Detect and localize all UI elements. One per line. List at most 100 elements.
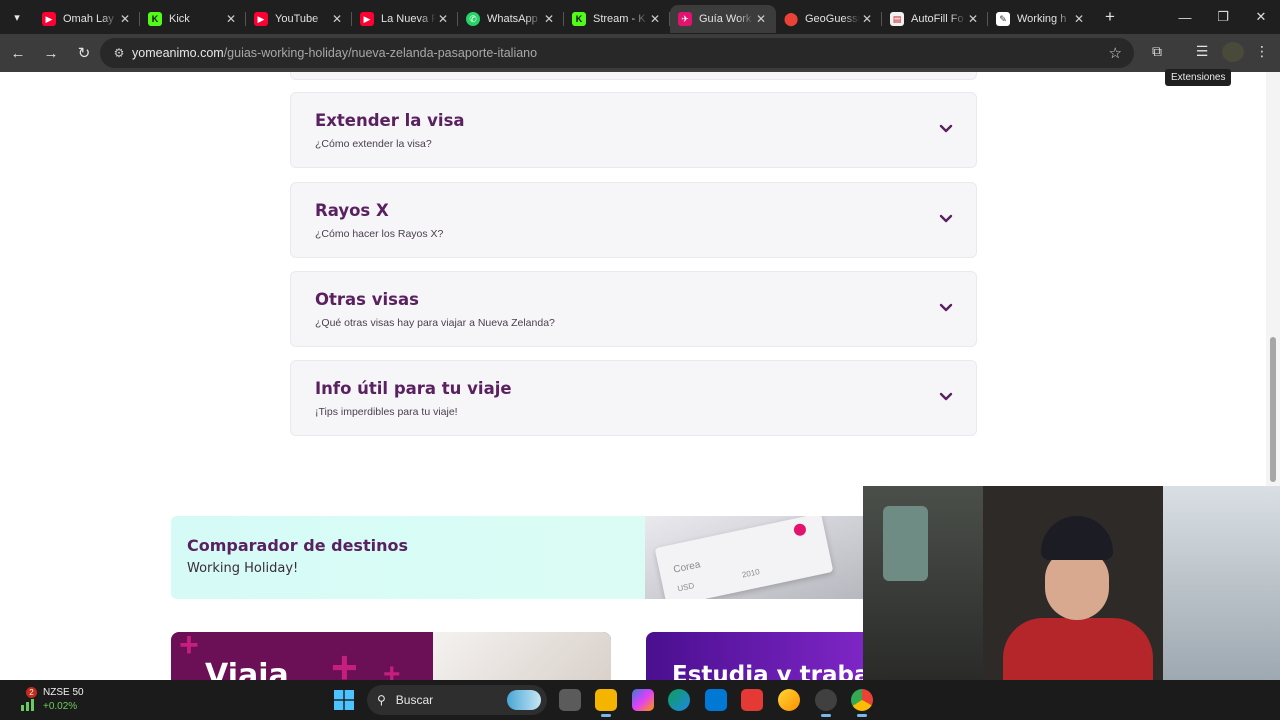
- tab-label: La Nueva F: [381, 13, 436, 25]
- promo-card-estudia[interactable]: Estudia y traba: [646, 632, 863, 680]
- close-tab-icon[interactable]: ✕: [436, 12, 450, 26]
- close-tab-icon[interactable]: ✕: [118, 12, 132, 26]
- tab-9[interactable]: ✎ Working h ✕: [988, 5, 1094, 33]
- tab-4[interactable]: ✆ WhatsApp ✕: [458, 5, 564, 33]
- card-year: 2010: [741, 567, 761, 580]
- file-explorer-icon[interactable]: [595, 689, 617, 717]
- accordion-item-rayos-x[interactable]: Rayos X ¿Cómo hacer los Rayos X?: [290, 182, 977, 258]
- card-country: Corea: [672, 559, 702, 576]
- search-label: Buscar: [395, 693, 434, 707]
- browser-chrome: ▾ ▶ Omah Lay ✕ K Kick ✕ ▶ YouTube ✕ ▶ La…: [0, 0, 1280, 72]
- app-icon[interactable]: [778, 689, 800, 711]
- accordion-item-otras-visas[interactable]: Otras visas ¿Qué otras visas hay para vi…: [290, 271, 977, 347]
- close-tab-icon[interactable]: ✕: [1072, 12, 1086, 26]
- taskbar-search[interactable]: ⚲ Buscar: [367, 685, 547, 715]
- comparador-title: Comparador de destinos: [187, 536, 408, 555]
- plus-decoration: +: [331, 641, 358, 680]
- stock-change: +0.02%: [43, 701, 78, 712]
- tab-8[interactable]: ▤ AutoFill Fo ✕: [882, 5, 988, 33]
- tab-label: Guía Work: [699, 13, 752, 25]
- tab-1[interactable]: K Kick ✕: [140, 5, 246, 33]
- microsoft-store-icon[interactable]: [705, 689, 727, 711]
- youtube-icon: ▶: [360, 12, 374, 26]
- search-icon: ⚲: [377, 693, 386, 707]
- chevron-down-icon[interactable]: [938, 389, 954, 405]
- stock-widget[interactable]: 2 NZSE 50 +0.02%: [18, 686, 98, 714]
- forward-button[interactable]: →: [36, 38, 66, 68]
- chevron-down-icon[interactable]: [938, 211, 954, 227]
- more-menu-icon[interactable]: ⋮: [1252, 43, 1272, 60]
- kick-icon: K: [572, 12, 586, 26]
- tab-search-button[interactable]: ▾: [0, 0, 34, 34]
- accordion-title: Rayos X: [315, 201, 389, 220]
- notification-badge: 2: [26, 687, 37, 698]
- webcam-person: [993, 506, 1163, 680]
- url-text[interactable]: yomeanimo.com/guias-working-holiday/nuev…: [132, 46, 537, 60]
- restore-icon[interactable]: ❐: [1204, 0, 1242, 34]
- bookmark-star-icon[interactable]: ☆: [1109, 44, 1122, 62]
- extensions-puzzle-icon[interactable]: ⧉: [1147, 43, 1167, 60]
- windows-taskbar: 2 NZSE 50 +0.02% ⚲ Buscar: [0, 680, 1280, 720]
- media-controls-icon[interactable]: ☰: [1192, 43, 1212, 60]
- tab-2[interactable]: ▶ YouTube ✕: [246, 5, 352, 33]
- tab-3[interactable]: ▶ La Nueva F ✕: [352, 5, 458, 33]
- accordion-title: Info útil para tu viaje: [315, 379, 512, 398]
- plus-icon: +: [1105, 7, 1115, 26]
- tab-0[interactable]: ▶ Omah Lay ✕: [34, 5, 140, 33]
- windows-start-icon[interactable]: [334, 690, 354, 710]
- comparador-illustration: Corea USD 2010: [645, 516, 863, 599]
- profile-avatar[interactable]: [1222, 42, 1244, 62]
- webcam-hanging-clothes: [883, 506, 928, 581]
- chevron-down-icon[interactable]: [938, 300, 954, 316]
- pen-icon: ✎: [996, 12, 1010, 26]
- webcam-window-light: [1163, 486, 1280, 680]
- close-tab-icon[interactable]: ✕: [542, 12, 556, 26]
- accordion-item-previous[interactable]: [290, 72, 977, 80]
- reload-button[interactable]: ↻: [69, 38, 99, 68]
- tab-label: Stream - K: [593, 13, 646, 25]
- address-bar[interactable]: ⚙ yomeanimo.com/guias-working-holiday/nu…: [100, 38, 1134, 68]
- back-button[interactable]: ←: [3, 38, 33, 68]
- close-tab-icon[interactable]: ✕: [648, 12, 662, 26]
- close-tab-icon[interactable]: ✕: [860, 12, 874, 26]
- tab-6-active[interactable]: ✈ Guía Work ✕: [670, 5, 776, 33]
- accordion-item-info-util[interactable]: Info útil para tu viaje ¡Tips imperdible…: [290, 360, 977, 436]
- wps-office-icon[interactable]: [741, 689, 763, 711]
- chevron-down-icon[interactable]: [938, 121, 954, 137]
- obs-icon[interactable]: [815, 689, 837, 717]
- tab-7[interactable]: ⬤ GeoGuessr ✕: [776, 5, 882, 33]
- tab-label: Omah Lay: [63, 13, 114, 25]
- tab-strip: ▾ ▶ Omah Lay ✕ K Kick ✕ ▶ YouTube ✕ ▶ La…: [0, 0, 1280, 34]
- close-tab-icon[interactable]: ✕: [966, 12, 980, 26]
- yomeanimo-icon: ✈: [678, 12, 692, 26]
- close-tab-icon[interactable]: ✕: [224, 12, 238, 26]
- close-window-icon[interactable]: ✕: [1242, 0, 1280, 34]
- task-view-icon[interactable]: [559, 689, 581, 711]
- browser-toolbar: ← → ↻ ⚙ yomeanimo.com/guias-working-holi…: [0, 34, 1280, 72]
- extensions-tooltip: Extensiones: [1165, 69, 1232, 86]
- comparador-subtitle: Working Holiday!: [187, 561, 299, 576]
- minimize-icon[interactable]: —: [1166, 0, 1204, 34]
- scrollbar-thumb[interactable]: [1270, 337, 1276, 482]
- card-currency: USD: [676, 581, 696, 594]
- tab-5[interactable]: K Stream - K ✕: [564, 5, 670, 33]
- kick-icon: K: [148, 12, 162, 26]
- comparador-banner[interactable]: Comparador de destinos Working Holiday! …: [171, 516, 863, 599]
- copilot-icon[interactable]: [632, 689, 654, 711]
- tab-label: Kick: [169, 13, 190, 25]
- tab-label: YouTube: [275, 13, 319, 25]
- close-tab-icon[interactable]: ✕: [754, 12, 768, 26]
- location-pin-icon: ⬤: [783, 11, 799, 26]
- chrome-icon[interactable]: [851, 689, 873, 717]
- new-tab-button[interactable]: +: [1096, 3, 1124, 31]
- tab-label: AutoFill Fo: [911, 13, 964, 25]
- accordion-item-extender-visa[interactable]: Extender la visa ¿Cómo extender la visa?: [290, 92, 977, 168]
- promo-card-viaja[interactable]: + + + Viaja: [171, 632, 611, 680]
- edge-icon[interactable]: [668, 689, 690, 711]
- webcam-overlay: [863, 486, 1280, 680]
- plus-decoration: +: [383, 658, 401, 680]
- promo-title: Estudia y traba: [672, 662, 863, 680]
- close-tab-icon[interactable]: ✕: [330, 12, 344, 26]
- site-info-icon[interactable]: ⚙: [108, 46, 130, 60]
- accordion-subtitle: ¿Cómo extender la visa?: [315, 138, 432, 150]
